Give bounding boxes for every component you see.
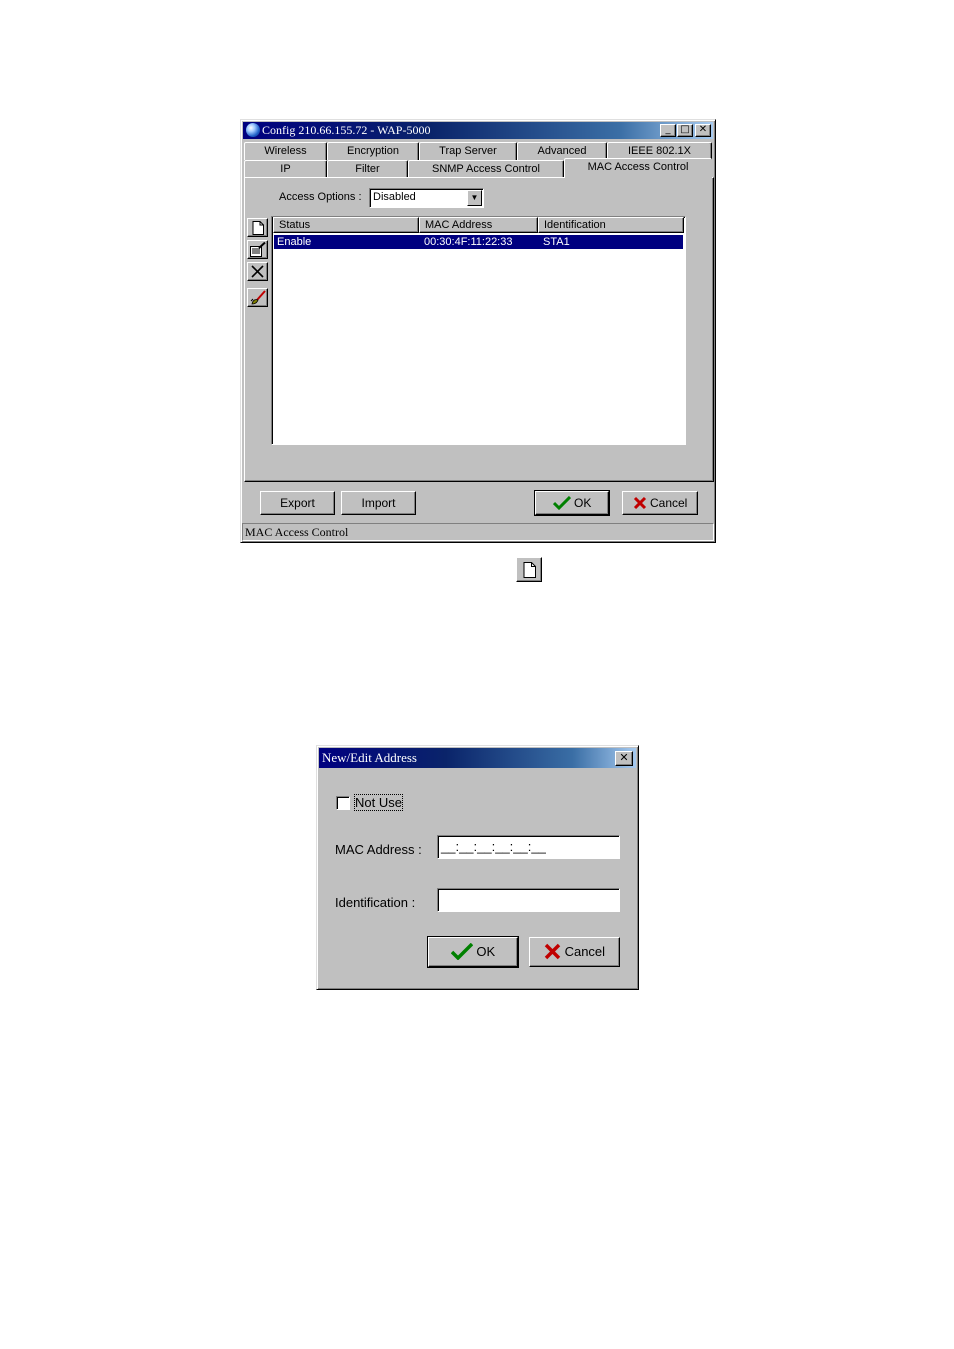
identification-label: Identification : xyxy=(335,895,416,910)
tab-mac-access-control[interactable]: MAC Access Control xyxy=(564,158,712,178)
tab-label: Advanced xyxy=(537,145,587,157)
column-header-mac-address[interactable]: MAC Address xyxy=(419,217,538,233)
access-options-value: Disabled xyxy=(373,191,416,203)
not-use-label[interactable]: Not Use xyxy=(354,794,403,811)
dialog-titlebar[interactable]: New/Edit Address ✕ xyxy=(319,748,636,768)
import-button[interactable]: Import xyxy=(341,491,416,515)
clear-icon xyxy=(250,290,266,305)
new-icon xyxy=(523,561,536,578)
cell-mac-address: 00:30:4F:11:22:33 xyxy=(424,236,513,248)
new-entry-button[interactable] xyxy=(247,218,268,237)
tab-filter[interactable]: Filter xyxy=(327,160,408,178)
config-title: Config 210.66.155.72 - WAP-5000 xyxy=(262,123,431,137)
tab-ip[interactable]: IP xyxy=(244,160,327,178)
mac-list[interactable]: Status MAC Address Identification Enable… xyxy=(271,216,686,445)
column-header-identification[interactable]: Identification xyxy=(538,217,684,233)
ok-label: OK xyxy=(574,496,592,510)
tab-trap-server[interactable]: Trap Server xyxy=(419,142,517,160)
dialog-close-button[interactable]: ✕ xyxy=(615,751,633,766)
cell-identification: STA1 xyxy=(543,236,570,248)
mac-address-value: __:__:__:__:__:__ xyxy=(441,839,546,854)
tab-label: MAC Access Control xyxy=(587,161,689,173)
new-icon-reference xyxy=(516,557,542,582)
tab-wireless[interactable]: Wireless xyxy=(244,142,327,160)
dialog-ok-label: OK xyxy=(476,944,496,959)
export-button[interactable]: Export xyxy=(260,491,335,515)
tab-label: Trap Server xyxy=(439,145,497,157)
column-header-status[interactable]: Status xyxy=(273,217,419,233)
new-icon xyxy=(252,220,264,235)
tab-label: Encryption xyxy=(347,145,399,157)
edit-icon xyxy=(249,242,266,257)
check-icon xyxy=(450,942,474,961)
dropdown-arrow-icon[interactable]: ▼ xyxy=(467,190,482,206)
delete-entry-button[interactable] xyxy=(247,262,268,281)
mac-address-input[interactable]: __:__:__:__:__:__ xyxy=(437,835,620,859)
access-options-select[interactable]: Disabled ▼ xyxy=(369,188,484,208)
edit-entry-button[interactable] xyxy=(247,240,268,259)
cancel-label: Cancel xyxy=(649,496,688,510)
tab-label: Wireless xyxy=(264,145,307,157)
dialog-cancel-button[interactable]: Cancel xyxy=(529,937,620,967)
dialog-cancel-label: Cancel xyxy=(564,944,606,959)
tab-label: IEEE 802.1X xyxy=(628,145,691,157)
cancel-button[interactable]: Cancel xyxy=(622,491,698,515)
config-titlebar[interactable]: Config 210.66.155.72 - WAP-5000 _ □ ✕ xyxy=(243,122,713,139)
clear-all-button[interactable] xyxy=(247,288,268,307)
maximize-button[interactable]: □ xyxy=(677,124,693,137)
check-icon xyxy=(552,495,571,511)
tab-encryption[interactable]: Encryption xyxy=(327,142,419,160)
app-globe-icon xyxy=(246,123,260,137)
mac-address-label: MAC Address : xyxy=(335,842,422,857)
cell-status: Enable xyxy=(277,236,312,248)
cross-icon xyxy=(544,943,561,960)
not-use-checkbox[interactable] xyxy=(336,796,350,810)
import-label: Import xyxy=(361,496,396,510)
minimize-button[interactable]: _ xyxy=(660,124,676,137)
tab-snmp-access-control[interactable]: SNMP Access Control xyxy=(408,160,564,178)
dialog-title: New/Edit Address xyxy=(322,750,417,765)
delete-icon xyxy=(251,265,264,278)
tab-label: IP xyxy=(280,163,291,175)
dialog-ok-button[interactable]: OK xyxy=(427,936,519,968)
status-text: MAC Access Control xyxy=(245,525,349,539)
tab-label: Filter xyxy=(355,163,380,175)
close-button[interactable]: ✕ xyxy=(695,124,711,137)
table-row[interactable]: Enable 00:30:4F:11:22:33 STA1 xyxy=(274,235,683,249)
cross-icon xyxy=(633,496,646,510)
ok-button[interactable]: OK xyxy=(534,490,610,516)
access-options-label: Access Options : xyxy=(279,191,362,203)
tab-label: SNMP Access Control xyxy=(431,163,540,175)
identification-input[interactable] xyxy=(437,888,620,912)
status-bar: MAC Access Control xyxy=(242,523,714,541)
export-label: Export xyxy=(280,496,315,510)
